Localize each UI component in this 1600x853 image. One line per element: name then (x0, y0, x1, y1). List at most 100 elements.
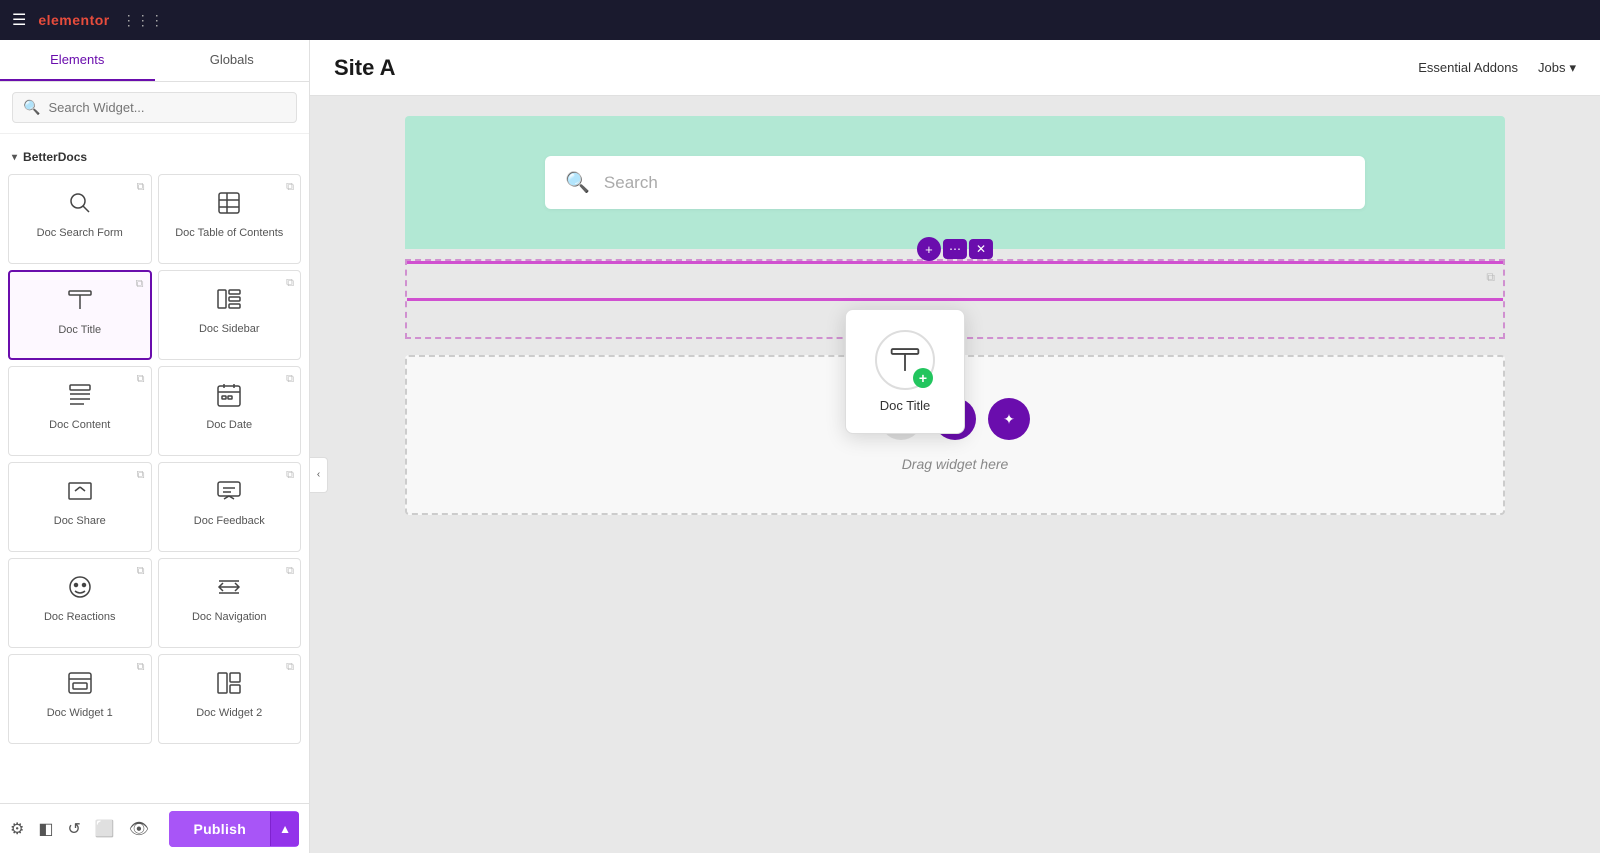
widgets-grid: ⧉ Doc Search Form ⧉ Doc Table of Content… (8, 174, 301, 744)
bottom-bar: ⚙ ◧ ↺ ⬜ 👁 Publish ▲ (0, 803, 309, 853)
widget-tooltip-icon-circle: + (875, 330, 935, 390)
hamburger-icon[interactable]: ☰ (12, 10, 26, 30)
canvas-topbar: Site A Essential Addons Jobs ▾ (310, 40, 1600, 96)
widget-label: Doc Sidebar (199, 323, 260, 335)
elementor-logo: elementor (38, 12, 109, 28)
widget-label: Doc Navigation (192, 611, 267, 623)
widget-label: Doc Title (58, 324, 101, 336)
toolbar-add-button[interactable]: + (917, 237, 941, 261)
search-box-icon: 🔍 (565, 170, 590, 195)
publish-btn-wrapper: Publish ▲ (169, 811, 299, 847)
widget-label: Doc Share (54, 515, 106, 527)
copy-icon: ⧉ (137, 565, 145, 578)
widget-card-doc-search-form[interactable]: ⧉ Doc Search Form (8, 174, 152, 264)
toolbar-close-button[interactable]: ✕ (969, 239, 993, 259)
widget-label: Doc Table of Contents (175, 227, 283, 239)
widget-label: Doc Date (206, 419, 252, 431)
widget-card-doc-date[interactable]: ⧉ Doc Date (158, 366, 302, 456)
widget-icon-share (66, 477, 94, 509)
section-arrow[interactable]: ▾ (12, 152, 17, 163)
history-icon[interactable]: ↺ (67, 819, 80, 839)
search-box-text: Search (604, 173, 658, 193)
widget-card-doc-title[interactable]: ⧉ Doc Title (8, 270, 152, 360)
widget-card-doc-reactions[interactable]: ⧉ Doc Reactions (8, 558, 152, 648)
widget-icon-w1 (66, 669, 94, 701)
canvas-content: 🔍 Search + ⋯ ✕ (405, 116, 1505, 515)
widget-card-doc-w2[interactable]: ⧉ Doc Widget 2 (158, 654, 302, 744)
widget-tooltip: + Doc Title (845, 309, 965, 434)
widget-icon-search (66, 189, 94, 221)
widget-label: Doc Search Form (37, 227, 123, 239)
canvas-topbar-right: Essential Addons Jobs ▾ (1418, 60, 1576, 76)
widget-label: Doc Feedback (194, 515, 265, 527)
active-section: + ⋯ ✕ ⧉ (405, 259, 1505, 339)
copy-icon: ⧉ (286, 469, 294, 482)
preview-icon[interactable]: 👁 (129, 819, 149, 839)
widget-label: Doc Widget 1 (47, 707, 113, 719)
widgets-section: ▾ BetterDocs ⧉ Doc Search Form ⧉ (0, 134, 309, 803)
tab-globals[interactable]: Globals (155, 40, 310, 81)
widget-icon-title (66, 286, 94, 318)
widget-label: Doc Content (49, 419, 110, 431)
jobs-label: Jobs (1538, 60, 1565, 75)
sidebar-tabs: Elements Globals (0, 40, 309, 82)
copy-icon: ⧉ (286, 373, 294, 386)
essential-addons-link[interactable]: Essential Addons (1418, 60, 1518, 75)
widget-card-doc-sidebar[interactable]: ⧉ Doc Sidebar (158, 270, 302, 360)
settings-icon[interactable]: ⚙ (10, 819, 24, 839)
widget-label: Doc Widget 2 (196, 707, 262, 719)
grid-icon[interactable]: ⋮⋮⋮ (122, 12, 164, 29)
widget-card-doc-share[interactable]: ⧉ Doc Share (8, 462, 152, 552)
bottom-icons: ⚙ ◧ ↺ ⬜ 👁 (10, 819, 149, 839)
widget-icon-table (215, 189, 243, 221)
responsive-icon[interactable]: ⬜ (95, 819, 115, 839)
widget-card-doc-feedback[interactable]: ⧉ Doc Feedback (158, 462, 302, 552)
widget-card-doc-navigation[interactable]: ⧉ Doc Navigation (158, 558, 302, 648)
widget-card-doc-content[interactable]: ⧉ Doc Content (8, 366, 152, 456)
search-widget: 🔍 (12, 92, 297, 123)
search-box: 🔍 Search (545, 156, 1365, 209)
copy-icon: ⧉ (286, 277, 294, 290)
top-bar-left: ☰ elementor ⋮⋮⋮ (12, 10, 164, 30)
search-input[interactable] (48, 100, 286, 115)
jobs-link[interactable]: Jobs ▾ (1538, 60, 1576, 76)
widget-icon-feedback (215, 477, 243, 509)
search-section: 🔍 Search (405, 116, 1505, 249)
canvas-scroll[interactable]: ‹ 🔍 Search + ⋯ ✕ (310, 96, 1600, 853)
widget-tooltip-plus-icon: + (913, 368, 933, 388)
tab-elements[interactable]: Elements (0, 40, 155, 81)
search-icon: 🔍 (23, 99, 40, 116)
drag-magic-button[interactable]: ✦ (988, 398, 1030, 440)
sidebar: Elements Globals 🔍 ▾ BetterDocs ⧉ (0, 40, 310, 853)
inline-copy-icon: ⧉ (1486, 270, 1495, 285)
floating-toolbar: + ⋯ ✕ (917, 237, 993, 261)
layers-icon[interactable]: ◧ (38, 819, 53, 839)
widget-icon-reactions (66, 573, 94, 605)
jobs-arrow-icon: ▾ (1569, 60, 1576, 76)
top-bar: ☰ elementor ⋮⋮⋮ (0, 0, 1600, 40)
copy-icon: ⧉ (137, 661, 145, 674)
widget-icon-date (215, 381, 243, 413)
widget-icon-content (66, 381, 94, 413)
copy-icon: ⧉ (286, 565, 294, 578)
active-row-inner: ⧉ (407, 261, 1503, 301)
toggle-panel-button[interactable]: ‹ (310, 457, 328, 493)
widget-icon-navigation (215, 573, 243, 605)
widget-icon-sidebar (215, 285, 243, 317)
publish-expand-button[interactable]: ▲ (270, 812, 299, 846)
copy-icon: ⧉ (136, 278, 144, 291)
copy-icon: ⧉ (286, 181, 294, 194)
widget-icon-w2 (215, 669, 243, 701)
search-widget-wrapper: 🔍 (0, 82, 309, 134)
site-title: Site A (334, 55, 396, 81)
toolbar-options-button[interactable]: ⋯ (943, 239, 967, 259)
widget-card-doc-table[interactable]: ⧉ Doc Table of Contents (158, 174, 302, 264)
section-header: ▾ BetterDocs (8, 144, 301, 174)
widget-label: Doc Reactions (44, 611, 116, 623)
widget-card-doc-w1[interactable]: ⧉ Doc Widget 1 (8, 654, 152, 744)
section-title: BetterDocs (23, 150, 87, 164)
copy-icon: ⧉ (137, 373, 145, 386)
canvas-area: Site A Essential Addons Jobs ▾ ‹ 🔍 Searc… (310, 40, 1600, 853)
drag-text: Drag widget here (902, 456, 1009, 472)
publish-button[interactable]: Publish (169, 811, 270, 847)
